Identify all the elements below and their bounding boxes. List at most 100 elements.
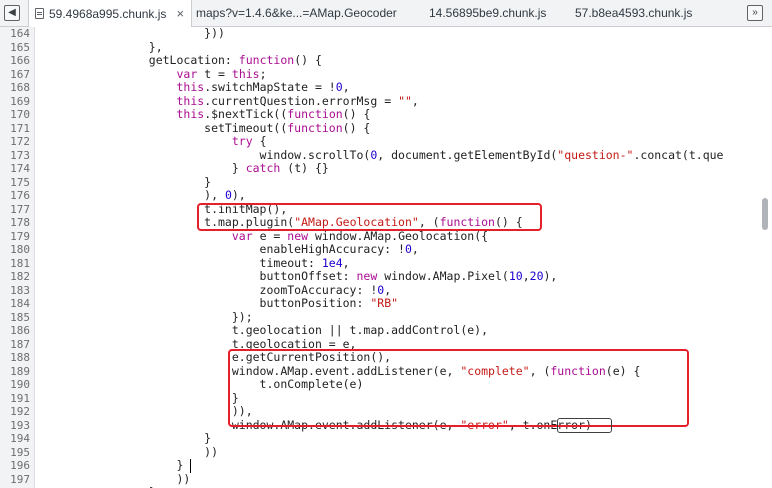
tab-57-chunk[interactable]: 57.b8ea4593.chunk.js [575,0,705,27]
close-icon[interactable]: × [176,0,184,27]
line-number: 172 [10,135,30,148]
text-caret [190,459,191,473]
code-line[interactable]: 180 enableHighAccuracy: !0, [0,242,772,257]
code-text: timeout: 1e4, [38,255,350,270]
code-line[interactable]: 197 )) [0,472,772,487]
code-text: } [38,458,184,472]
code-line[interactable]: 184 buttonPosition: "RB" [0,296,772,311]
code-line[interactable]: 179 var e = new window.AMap.Geolocation(… [0,228,772,244]
line-number: 197 [10,472,30,486]
code-text: this.switchMapState = !0, [176,80,350,94]
editor-tab-bar: ◀ 59.4968a995.chunk.js × maps?v=1.4.6&ke.… [0,0,772,27]
code-text: setTimeout((function() { [38,120,371,135]
line-number: 171 [10,121,30,135]
line-number: 188 [10,351,30,364]
code-line[interactable]: 176 ), 0), [0,188,772,203]
code-line[interactable]: 171 setTimeout((function() { [0,120,772,136]
line-number: 168 [10,81,30,94]
line-number: 173 [10,148,30,162]
tab-label: maps?v=1.4.6&ke...=AMap.Geocoder [196,6,397,20]
code-text: t.geolocation || t.map.addControl(e), [38,323,489,337]
code-text: } [38,390,239,405]
code-text: }, [38,39,163,54]
tab-59-chunk[interactable]: 59.4968a995.chunk.js × [28,0,192,27]
line-number: 192 [10,405,30,418]
code-line[interactable]: 175 } [0,174,772,190]
line-number: 167 [10,67,30,81]
tab-label: 57.b8ea4593.chunk.js [575,6,693,20]
highlight-box-plugin [197,203,542,231]
code-text: this.$nextTick((function() { [176,107,371,121]
line-number: 182 [10,270,30,283]
line-number: 178 [10,216,30,229]
code-text: this.currentQuestion.errorMsg = "", [176,93,419,108]
vertical-scrollbar[interactable] [758,27,772,488]
code-line[interactable]: 183 zoomToAccuracy: !0, [0,282,772,298]
code-line[interactable]: 182 buttonOffset: new window.AMap.Pixel(… [0,269,772,284]
code-text: buttonPosition: "RB" [38,296,399,310]
code-line[interactable]: 186 t.geolocation || t.map.addControl(e)… [0,323,772,338]
code-line[interactable]: 174 } catch (t) {} [0,161,772,176]
code-line[interactable]: 169 this.currentQuestion.errorMsg = "", [0,93,772,109]
code-line[interactable]: 166 getLocation: function() { [0,53,772,68]
code-line[interactable]: 167 var t = this; [0,66,772,82]
line-number: 181 [10,256,30,270]
tab-label: 14.56895be9.chunk.js [429,6,547,20]
overflow-icon[interactable]: » [747,5,763,21]
code-text: buttonOffset: new window.AMap.Pixel(10,2… [38,269,558,283]
code-line[interactable]: 194 } [0,431,772,446]
line-number: 174 [10,162,30,175]
code-text: }); [38,309,253,324]
line-number: 194 [10,432,30,445]
line-number: 165 [10,40,30,54]
code-text: zoomToAccuracy: !0, [38,282,392,297]
line-number: 177 [10,202,30,216]
code-text: enableHighAccuracy: !0, [38,242,419,256]
line-number: 189 [10,364,30,378]
line-number: 179 [10,229,30,243]
code-line[interactable]: 165 }, [0,39,772,55]
line-number: 190 [10,378,30,391]
code-text: } [38,431,212,445]
line-number: 191 [10,391,30,405]
code-text: getLocation: function() { [38,53,322,67]
code-text: var e = new window.AMap.Geolocation({ [231,228,489,243]
sidebar-toggle-icon[interactable]: ◀ [4,5,20,21]
line-number: 185 [10,310,30,324]
code-line[interactable]: 168 this.switchMapState = !0, [0,80,772,95]
highlight-box-listeners [228,349,689,427]
line-number: 183 [10,283,30,297]
line-number: 195 [10,445,30,459]
code-text: )) [38,444,219,459]
code-line[interactable]: 185 }); [0,309,772,325]
line-number: 175 [10,175,30,189]
tab-14-chunk[interactable]: 14.56895be9.chunk.js [429,0,559,27]
code-text: } catch (t) {} [38,161,329,175]
code-line[interactable]: 181 timeout: 1e4, [0,255,772,271]
code-text: } [38,174,212,189]
line-number: 169 [10,94,30,108]
code-line[interactable]: 170 this.$nextTick((function() { [0,107,772,122]
code-line[interactable]: 172 try { [0,134,772,149]
code-text: ), 0), [38,188,246,202]
code-text: try { [231,134,267,148]
code-text: var t = this; [176,66,267,81]
line-number: 176 [10,189,30,202]
tab-maps-geocoder[interactable]: maps?v=1.4.6&ke...=AMap.Geocoder [196,0,410,27]
code-text: window.scrollTo(0, document.getElementBy… [38,147,724,162]
line-number: 164 [10,27,30,40]
line-number: 184 [10,297,30,310]
tab-label: 59.4968a995.chunk.js [49,7,167,21]
code-line[interactable]: 196 } [0,458,772,473]
scrollbar-thumb[interactable] [762,198,768,230]
code-text: )), [38,404,253,418]
line-number: 186 [10,324,30,337]
code-line[interactable]: 164 })) [0,27,772,41]
code-editor[interactable]: 164 })) 165 }, 166 getLocation: function()… [0,27,772,488]
search-match-highlight [557,417,612,433]
line-number: 187 [10,337,30,351]
line-number: 170 [10,108,30,121]
code-text: })) [38,27,225,40]
code-line[interactable]: 173 window.scrollTo(0, document.getEleme… [0,147,772,163]
code-line[interactable]: 195 )) [0,444,772,460]
